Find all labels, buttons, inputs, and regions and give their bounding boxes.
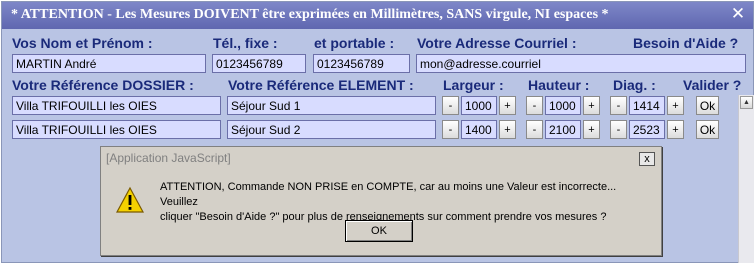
dossier-input[interactable] [12,120,221,139]
element-input[interactable] [227,120,436,139]
main-window: * ATTENTION - Les Mesures DOIVENT être e… [1,1,754,263]
hauteur-minus-button[interactable]: - [526,120,543,139]
window-title: * ATTENTION - Les Mesures DOIVENT être e… [11,7,609,22]
help-link[interactable]: Besoin d'Aide ? [633,35,738,51]
dialog-close-icon[interactable]: x [639,152,655,166]
hauteur-input[interactable] [545,120,581,139]
largeur-input[interactable] [461,96,497,115]
dialog-message: ATTENTION, Commande NON PRISE en COMPTE,… [160,180,630,225]
dialog-message-line: ATTENTION, Commande NON PRISE en COMPTE,… [160,181,617,208]
diag-plus-button[interactable]: + [667,96,684,115]
largeur-minus-button[interactable]: - [442,120,459,139]
dialog-title: [Application JavaScript] [106,151,231,165]
diag-plus-button[interactable]: + [667,120,684,139]
label-dossier: Votre Référence DOSSIER : [12,77,194,93]
largeur-input[interactable] [461,120,497,139]
validate-button[interactable]: Ok [696,120,719,139]
dialog-title-bar: [Application JavaScript] x [103,149,659,166]
alert-dialog: [Application JavaScript] x ATTENTION, Co… [100,146,662,256]
label-diag: Diag. : [613,77,656,93]
hauteur-plus-button[interactable]: + [583,96,600,115]
label-element: Votre Référence ELEMENT : [228,77,414,93]
name-input[interactable] [12,54,206,73]
label-largeur: Largeur : [443,77,504,93]
scroll-up-icon[interactable]: ▲ [740,96,753,109]
hauteur-input[interactable] [545,96,581,115]
diag-minus-button[interactable]: - [610,120,627,139]
label-tel-fixe: Tél., fixe : [213,35,278,51]
vertical-scrollbar[interactable]: ▲ [738,95,754,263]
title-bar: * ATTENTION - Les Mesures DOIVENT être e… [2,2,753,29]
largeur-minus-button[interactable]: - [442,96,459,115]
label-valider: Valider ? [683,77,742,93]
label-courriel: Votre Adresse Courriel : [417,35,577,51]
email-input[interactable] [416,54,746,73]
element-input[interactable] [227,96,436,115]
label-hauteur: Hauteur : [528,77,590,93]
largeur-plus-button[interactable]: + [499,96,516,115]
diag-minus-button[interactable]: - [610,96,627,115]
hauteur-minus-button[interactable]: - [526,96,543,115]
validate-button[interactable]: Ok [696,96,719,115]
phone-fixed-input[interactable] [212,54,306,73]
largeur-plus-button[interactable]: + [499,120,516,139]
warning-icon [115,186,145,213]
label-nom: Vos Nom et Prénom : [12,35,153,51]
hauteur-plus-button[interactable]: + [583,120,600,139]
close-icon[interactable]: ✕ [729,5,747,23]
dialog-ok-button[interactable]: OK [345,220,413,242]
dossier-input[interactable] [12,96,221,115]
diag-input[interactable] [629,120,665,139]
phone-mobile-input[interactable] [313,54,410,73]
diag-input[interactable] [629,96,665,115]
label-portable: et portable : [314,35,395,51]
